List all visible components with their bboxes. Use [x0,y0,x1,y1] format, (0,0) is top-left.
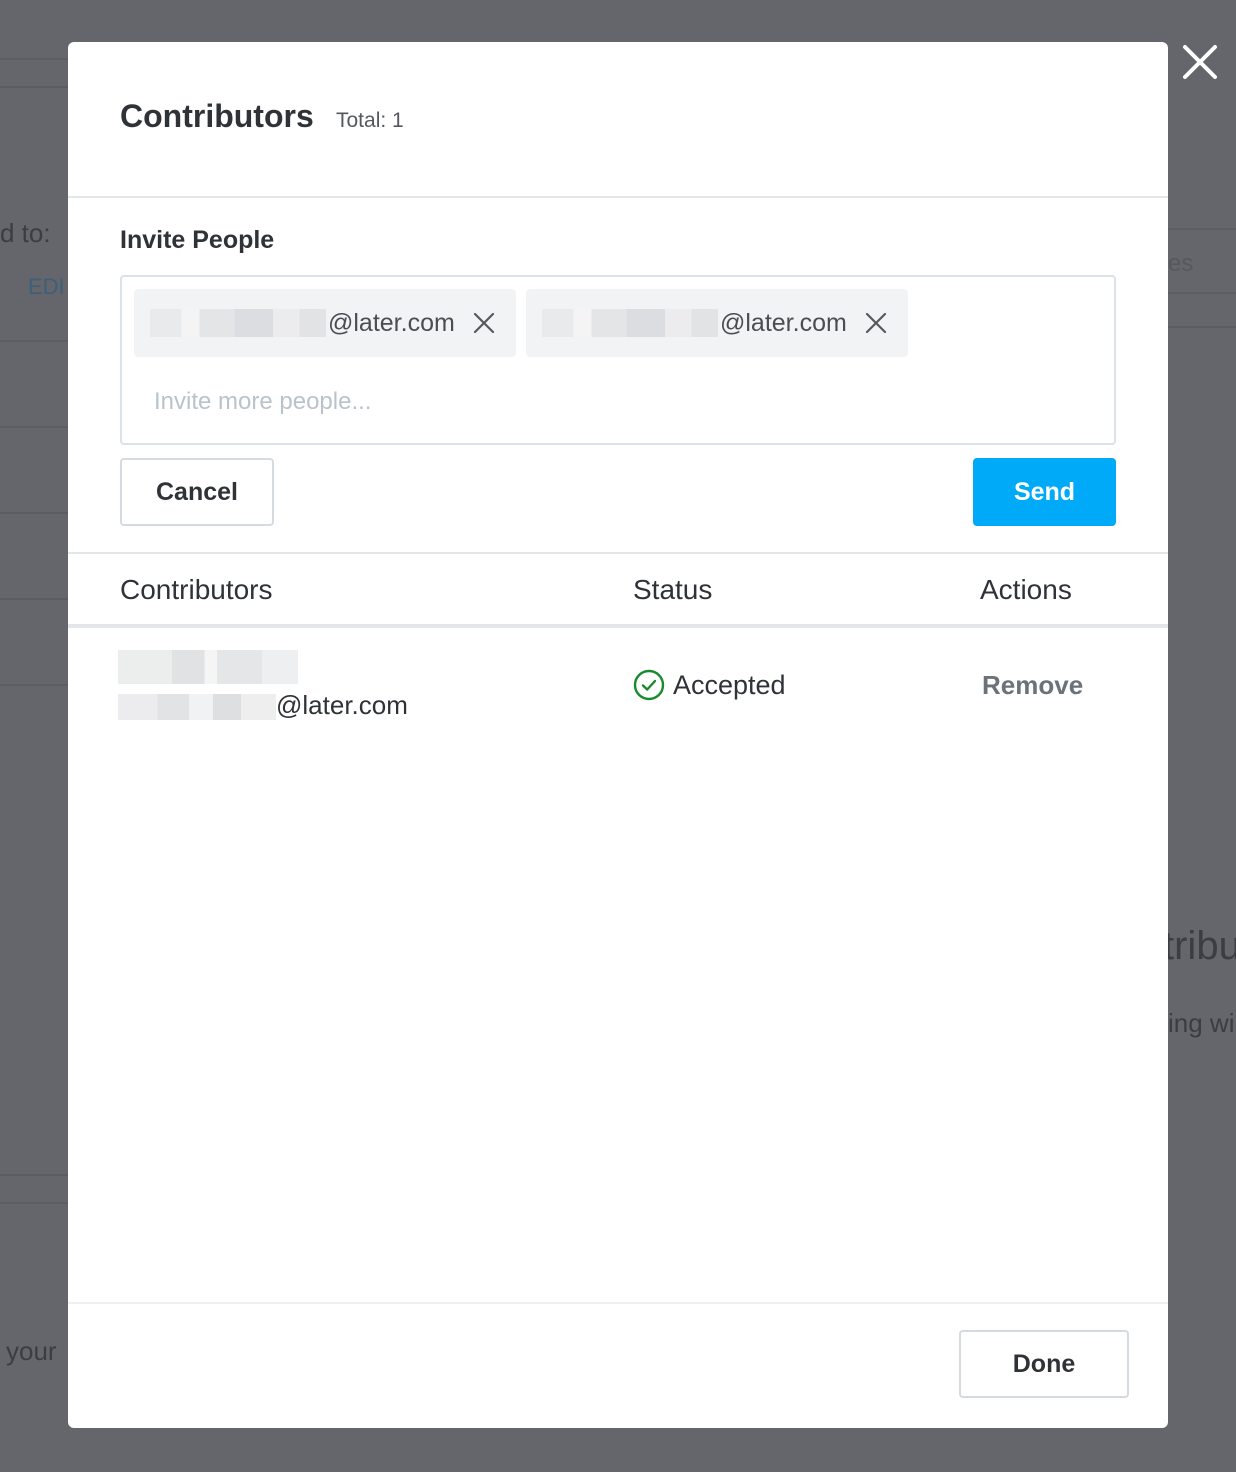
invite-chip: @later.com [526,289,908,357]
bg-divider [0,1174,68,1176]
invite-label: Invite People [120,226,275,254]
check-circle-icon [633,669,665,701]
bg-divider [0,512,68,514]
done-button[interactable]: Done [959,1330,1129,1398]
column-header-contributors: Contributors [120,574,273,605]
column-header-status: Status [633,574,713,605]
modal-header: Contributors Total: 1 [68,42,1168,198]
bg-text-fragment: ing wi [1168,1008,1235,1038]
bg-divider [1168,326,1236,328]
table-divider [68,552,1168,554]
remove-chip-icon[interactable] [865,312,887,334]
bg-divider [1168,292,1236,294]
close-icon [1183,45,1217,79]
bg-divider [0,58,68,60]
remove-contributor-button[interactable]: Remove [982,670,1083,701]
redacted-email-local-part [542,309,718,337]
send-button[interactable]: Send [973,458,1116,526]
modal-title: Contributors [120,98,314,134]
bg-divider [1168,228,1236,230]
bg-text-fragment: es [1168,250,1194,277]
cancel-button[interactable]: Cancel [120,458,274,526]
chip-email-domain: @later.com [720,308,847,337]
chip-email-domain: @later.com [328,308,455,337]
redacted-contributor-name [118,650,298,684]
bg-divider [0,340,68,342]
redacted-email-local-part [150,309,326,337]
bg-divider [0,426,68,428]
contributors-modal: Contributors Total: 1 Invite People @lat… [68,42,1168,1428]
close-modal-button[interactable] [1180,42,1220,82]
contributors-total: Total: 1 [336,109,404,132]
redacted-email-local-part [118,694,276,720]
remove-chip-icon[interactable] [473,312,495,334]
bg-link-fragment: EDI [28,274,65,299]
table-header-divider [68,624,1168,628]
bg-text-fragment: d to: [0,218,51,248]
column-header-actions: Actions [980,574,1072,605]
bg-divider [0,598,68,600]
contributor-email-domain: @later.com [276,690,408,720]
footer-divider [68,1302,1168,1304]
invite-chip: @later.com [134,289,516,357]
bg-text-fragment: your [6,1336,57,1366]
bg-divider [0,1202,68,1204]
invite-people-field[interactable]: @later.com @later.com [120,275,1116,445]
bg-text-fragment: tribu [1163,924,1236,968]
bg-divider [0,684,68,686]
bg-divider [0,86,68,88]
invite-more-input[interactable] [152,381,756,423]
status-badge: Accepted [673,670,786,700]
